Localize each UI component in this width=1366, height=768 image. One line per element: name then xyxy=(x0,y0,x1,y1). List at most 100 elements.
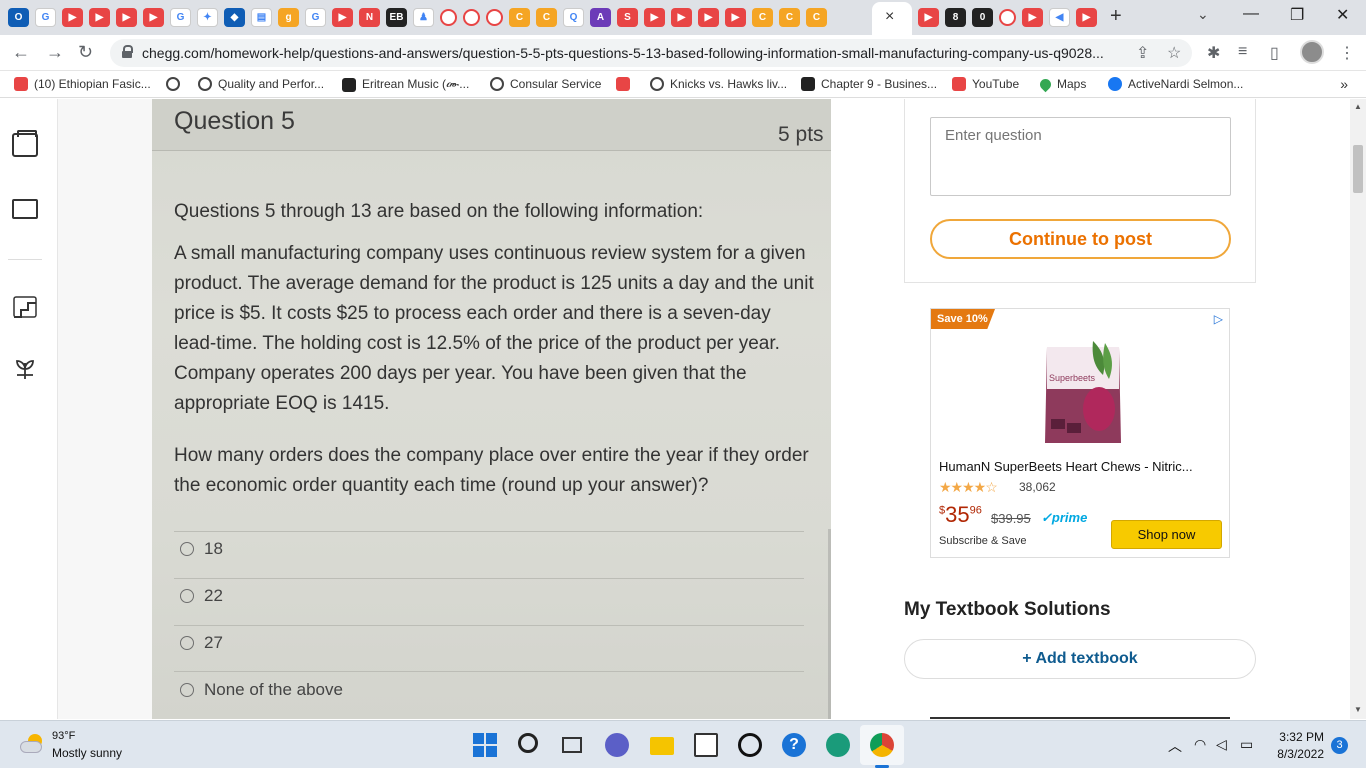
address-bar[interactable]: chegg.com/homework-help/questions-and-an… xyxy=(110,39,1192,67)
share-icon[interactable]: ⇪ xyxy=(1136,43,1149,63)
menu-kebab-icon[interactable]: ⋮ xyxy=(1339,43,1355,63)
tab-chegg-4[interactable]: C xyxy=(779,8,800,27)
chrome-icon[interactable] xyxy=(870,733,894,757)
page-scrollbar[interactable]: ▲ ▼ xyxy=(1350,99,1366,719)
bookmark-facebook[interactable]: ActiveNardi Selmon... xyxy=(1108,77,1243,91)
start-button[interactable] xyxy=(473,733,497,757)
bookmark-quality[interactable]: Quality and Perfor... xyxy=(198,77,324,91)
tab-youtube-6[interactable]: ▶ xyxy=(644,8,665,27)
radio-icon[interactable] xyxy=(180,589,194,603)
bookmark-maps[interactable]: Maps xyxy=(1037,76,1086,92)
tab-0[interactable]: 0 xyxy=(972,8,993,27)
bookmark-knicks[interactable]: Knicks vs. Hawks liv... xyxy=(650,77,787,91)
weather-icon[interactable] xyxy=(20,734,44,753)
tab-youtube-4[interactable]: ▶ xyxy=(143,8,164,27)
tab-google-3[interactable]: G xyxy=(305,8,326,27)
close-tab-icon[interactable]: × xyxy=(885,8,894,26)
notification-badge[interactable]: 3 xyxy=(1331,737,1348,754)
tab-s[interactable]: S xyxy=(617,8,638,27)
back-arrow-icon[interactable]: ← xyxy=(12,42,30,63)
tab-google[interactable]: G xyxy=(35,8,56,27)
tab-google-2[interactable]: G xyxy=(170,8,191,27)
scroll-down-arrow-icon[interactable]: ▼ xyxy=(1354,705,1362,714)
tab-ring-3[interactable] xyxy=(486,9,503,26)
bookmark-chapter9[interactable]: Chapter 9 - Busines... xyxy=(801,77,937,91)
tab-chegg-2[interactable]: C xyxy=(536,8,557,27)
plant-icon[interactable] xyxy=(12,357,38,381)
temperature[interactable]: 93°F xyxy=(52,730,75,742)
bookmark-youtube[interactable]: YouTube xyxy=(952,77,1019,91)
bookmarks-more-button[interactable]: » xyxy=(1340,76,1348,92)
tab-youtube-5[interactable]: ▶ xyxy=(332,8,353,27)
side-panel-icon[interactable]: ▯ xyxy=(1270,43,1279,63)
edge-icon[interactable] xyxy=(826,733,850,757)
continue-to-post-button[interactable]: Continue to post xyxy=(930,219,1231,259)
product-ad[interactable]: Save 10% ▷ Superbeets HumanN SuperBeets … xyxy=(930,308,1230,558)
tab-youtube-1[interactable]: ▶ xyxy=(62,8,83,27)
tab-youtube-9[interactable]: ▶ xyxy=(725,8,746,27)
weather-description[interactable]: Mostly sunny xyxy=(52,746,122,760)
file-explorer-icon[interactable] xyxy=(650,737,674,755)
tab-youtube-3[interactable]: ▶ xyxy=(116,8,137,27)
restore-icon[interactable]: ❐ xyxy=(1290,5,1304,25)
store-icon[interactable] xyxy=(694,733,718,757)
search-icon[interactable] xyxy=(518,733,538,753)
bookmark-youtube-2[interactable] xyxy=(616,77,630,91)
forward-arrow-icon[interactable]: → xyxy=(46,42,64,63)
bookmark-eritrean-music[interactable]: Eritrean Music (ሙ... xyxy=(342,77,469,92)
option-22[interactable]: 22 xyxy=(180,586,223,606)
tab-search-chevron-icon[interactable]: ⌄ xyxy=(1197,6,1209,23)
tab-ring-1[interactable] xyxy=(440,9,457,26)
tab-youtube-12[interactable]: ▶ xyxy=(1076,8,1097,27)
new-tab-button[interactable]: + xyxy=(1110,5,1122,28)
shop-now-button[interactable]: Shop now xyxy=(1111,520,1222,549)
tab-eb[interactable]: EB xyxy=(386,8,407,27)
system-clock[interactable]: 3:32 PM 8/3/2022 xyxy=(1276,729,1324,763)
scroll-up-arrow-icon[interactable]: ▲ xyxy=(1354,102,1362,111)
question-input[interactable] xyxy=(930,117,1231,196)
tray-chevron-icon[interactable]: ︿ xyxy=(1168,736,1182,756)
folder-icon[interactable] xyxy=(12,199,38,219)
option-27[interactable]: 27 xyxy=(180,633,223,653)
tab-shield[interactable]: ◆ xyxy=(224,8,245,27)
radio-icon[interactable] xyxy=(180,636,194,650)
tab-ring-4[interactable] xyxy=(999,9,1016,26)
volume-icon[interactable]: ◁ xyxy=(1216,736,1227,753)
window-close-icon[interactable]: ✕ xyxy=(1336,5,1349,25)
ring-app-icon[interactable] xyxy=(738,733,762,757)
tab-bookmark[interactable]: ✦ xyxy=(197,8,218,27)
tab-audio[interactable]: ◀ xyxy=(1049,8,1070,27)
tab-figure[interactable]: ♟ xyxy=(413,8,434,27)
tab-youtube-8[interactable]: ▶ xyxy=(698,8,719,27)
tab-youtube-2[interactable]: ▶ xyxy=(89,8,110,27)
lock-icon[interactable] xyxy=(122,45,133,58)
scroll-thumb[interactable] xyxy=(1353,145,1363,193)
tab-q[interactable]: Q xyxy=(563,8,584,27)
bookmark-globe[interactable] xyxy=(166,77,180,91)
url-text[interactable]: chegg.com/homework-help/questions-and-an… xyxy=(142,45,1132,61)
tab-outlook[interactable]: O xyxy=(8,8,29,27)
reload-icon[interactable]: ↻ xyxy=(78,42,93,63)
tab-chegg-1[interactable]: C xyxy=(509,8,530,27)
add-textbook-button[interactable]: + Add textbook xyxy=(904,639,1256,679)
steps-icon[interactable] xyxy=(12,295,38,319)
tab-ring-2[interactable] xyxy=(463,9,480,26)
tab-youtube-7[interactable]: ▶ xyxy=(671,8,692,27)
bookmark-ethiopian[interactable]: (10) Ethiopian Fasic... xyxy=(14,77,151,91)
profile-avatar[interactable] xyxy=(1300,40,1324,64)
tab-chegg-3[interactable]: C xyxy=(752,8,773,27)
battery-icon[interactable]: ▭ xyxy=(1240,736,1253,753)
wifi-icon[interactable]: ◠ xyxy=(1194,736,1206,753)
textbook-icon[interactable] xyxy=(12,130,38,157)
tab-youtube-11[interactable]: ▶ xyxy=(1022,8,1043,27)
tab-chegg-5[interactable]: C xyxy=(806,8,827,27)
tab-docs[interactable]: ▤ xyxy=(251,8,272,27)
tab-netflix[interactable]: N xyxy=(359,8,380,27)
task-view-icon[interactable] xyxy=(562,737,582,753)
help-icon[interactable]: ? xyxy=(782,733,806,757)
tab-youtube-10[interactable]: ▶ xyxy=(918,8,939,27)
radio-icon[interactable] xyxy=(180,683,194,697)
bookmark-star-icon[interactable]: ☆ xyxy=(1167,43,1181,63)
teams-chat-icon[interactable] xyxy=(605,733,629,757)
tab-8[interactable]: 8 xyxy=(945,8,966,27)
